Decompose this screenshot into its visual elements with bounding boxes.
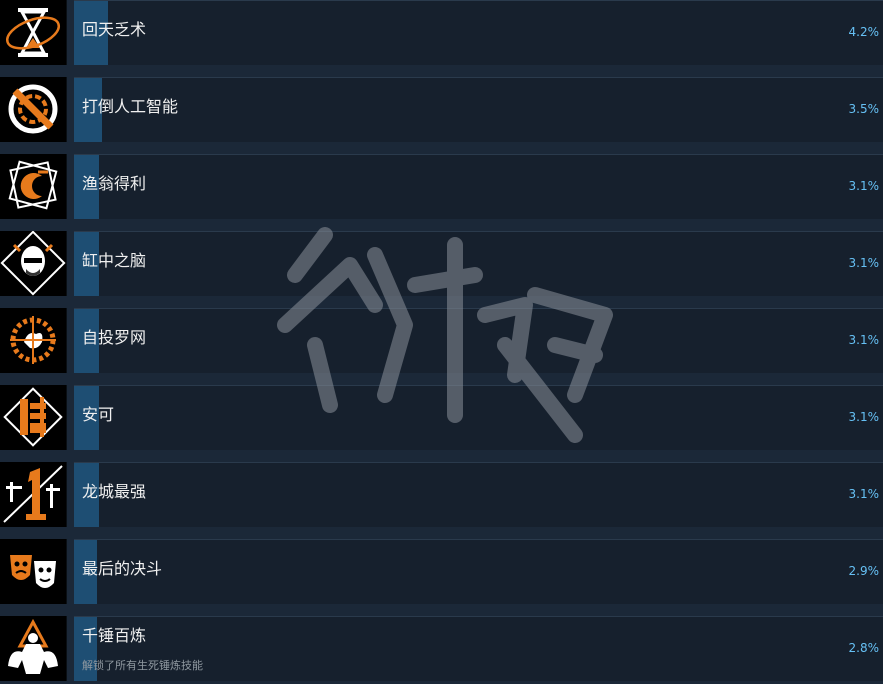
achievement-row[interactable]: 安可 3.1%: [0, 385, 883, 450]
unlock-percent: 3.1%: [848, 410, 880, 424]
achievement-title: 千锤百炼: [82, 626, 147, 645]
achievement-title: 渔翁得利: [82, 174, 147, 193]
unlock-percent: 2.9%: [848, 564, 880, 578]
muscle-man-icon: [0, 616, 67, 681]
achievement-title: 安可: [82, 405, 115, 424]
hourglass-icon: [0, 0, 67, 65]
unlock-percent: 3.1%: [848, 179, 880, 193]
no-ai-icon: [0, 77, 67, 142]
achievement-card: 回天乏术 4.2%: [74, 0, 883, 65]
achievement-row[interactable]: 千锤百炼 解锁了所有生死锤炼技能 2.8%: [0, 616, 883, 681]
achievement-card: 最后的决斗 2.9%: [74, 539, 883, 604]
achievement-title: 回天乏术: [82, 20, 147, 39]
achievement-card: 自投罗网 3.1%: [74, 308, 883, 373]
achievement-row[interactable]: 龙城最强 3.1%: [0, 462, 883, 527]
achievement-card: 渔翁得利 3.1%: [74, 154, 883, 219]
caught-bird-icon: [0, 308, 67, 373]
achievement-row[interactable]: 打倒人工智能 3.5%: [0, 77, 883, 142]
bald-man-icon: [0, 231, 67, 296]
achievement-card: 打倒人工智能 3.5%: [74, 77, 883, 142]
unlock-percent: 3.5%: [848, 102, 880, 116]
achievement-title: 缸中之脑: [82, 251, 147, 270]
achievement-title: 龙城最强: [82, 482, 147, 501]
achievement-card: 千锤百炼 解锁了所有生死锤炼技能 2.8%: [74, 616, 883, 681]
achievement-row[interactable]: 自投罗网 3.1%: [0, 308, 883, 373]
achievement-description: 解锁了所有生死锤炼技能: [82, 659, 203, 672]
calligraphy-icon: [0, 385, 67, 450]
achievement-row[interactable]: 缸中之脑 3.1%: [0, 231, 883, 296]
unlock-percent: 3.1%: [848, 487, 880, 501]
achievement-title: 最后的决斗: [82, 559, 163, 578]
achievement-card: 缸中之脑 3.1%: [74, 231, 883, 296]
achievement-title: 打倒人工智能: [82, 97, 179, 116]
crescent-icon: [0, 154, 67, 219]
achievement-card: 安可 3.1%: [74, 385, 883, 450]
unlock-percent: 3.1%: [848, 333, 880, 347]
achievement-row[interactable]: 回天乏术 4.2%: [0, 0, 883, 65]
achievement-row[interactable]: 渔翁得利 3.1%: [0, 154, 883, 219]
masks-icon: [0, 539, 67, 604]
unlock-percent: 2.8%: [848, 641, 880, 655]
achievement-row[interactable]: 最后的决斗 2.9%: [0, 539, 883, 604]
number-one-icon: [0, 462, 67, 527]
unlock-percent: 3.1%: [848, 256, 880, 270]
unlock-percent: 4.2%: [848, 25, 880, 39]
achievement-title: 自投罗网: [82, 328, 147, 347]
achievement-card: 龙城最强 3.1%: [74, 462, 883, 527]
